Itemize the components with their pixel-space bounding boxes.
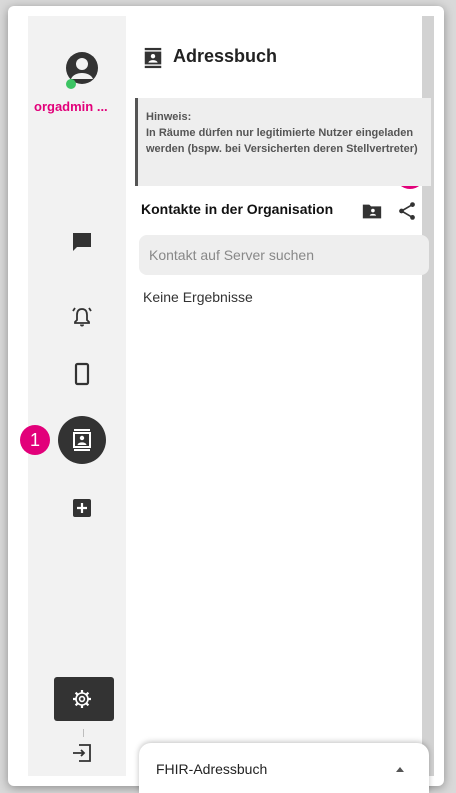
share-icon[interactable] — [396, 200, 418, 222]
add-box-icon[interactable] — [70, 496, 94, 520]
fhir-drawer-label: FHIR-Adressbuch — [156, 761, 268, 777]
contacts-book-icon[interactable] — [70, 428, 94, 452]
empty-results-text: Keine Ergebnisse — [143, 289, 253, 305]
chat-icon[interactable] — [70, 230, 94, 254]
hint-title: Hinweis: — [146, 111, 192, 123]
logout-icon[interactable] — [70, 741, 94, 765]
phone-device-icon[interactable] — [70, 362, 94, 386]
fhir-addressbook-drawer[interactable]: FHIR-Adressbuch — [139, 743, 429, 793]
hint-box: Hinweis: In Räume dürfen nur legitimiert… — [135, 98, 431, 186]
rail-divider — [83, 729, 84, 737]
gear-icon[interactable] — [70, 687, 94, 711]
page-title: Adressbuch — [173, 46, 278, 66]
marker-one: 1 — [20, 425, 50, 455]
contact-folder-icon[interactable] — [361, 200, 383, 222]
section-label: Kontakte in der Organisation — [141, 201, 334, 217]
username-label: orgadmin ... — [34, 99, 108, 114]
navigation-rail — [28, 16, 126, 776]
alarm-bell-icon[interactable] — [70, 304, 94, 328]
contact-search-input[interactable] — [139, 235, 429, 275]
online-status-dot — [66, 79, 76, 89]
hint-text: In Räume dürfen nur legitimierte Nutzer … — [146, 127, 418, 155]
caret-up-icon[interactable] — [396, 767, 404, 772]
contacts-book-icon — [144, 47, 162, 69]
